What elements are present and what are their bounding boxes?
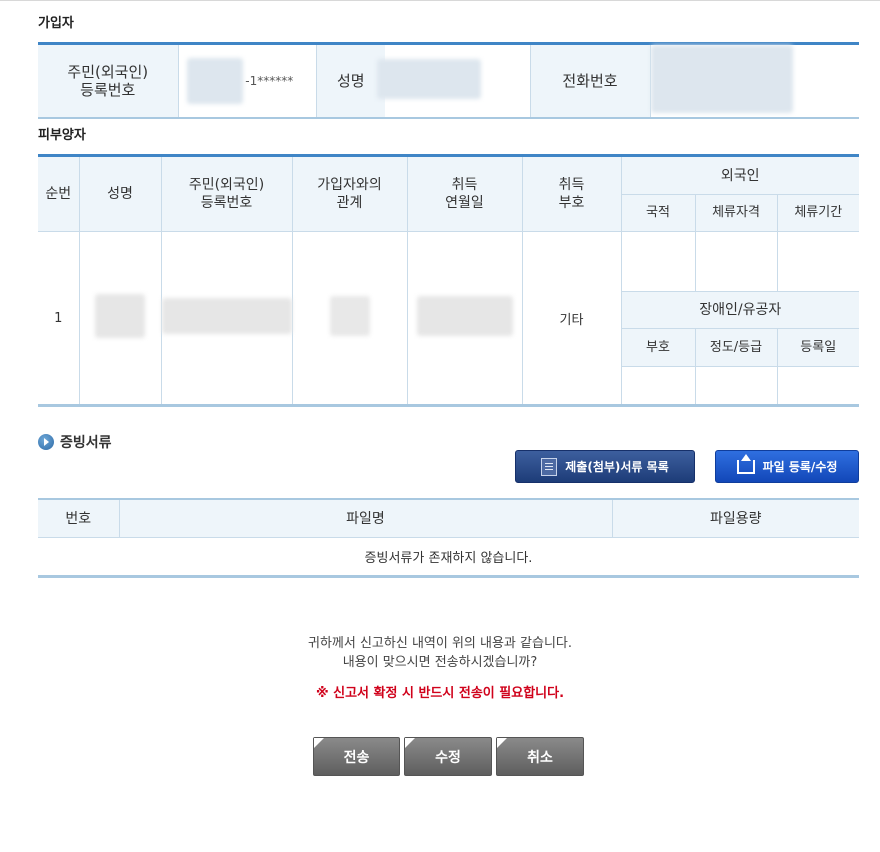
rrn-value: -1****** xyxy=(177,43,316,118)
row-relation xyxy=(291,231,408,406)
evidence-table: 번호 파일명 파일용량 증빙서류가 존재하지 않습니다. xyxy=(38,498,859,578)
masked-name xyxy=(377,59,481,99)
col-name: 성명 xyxy=(78,155,162,232)
dependents-section-title: 피부양자 xyxy=(38,128,86,143)
col-acq-code: 취득 부호 xyxy=(521,155,622,232)
warning-text: ※ 신고서 확정 시 반드시 전송이 필요합니다. xyxy=(315,686,565,701)
cell-stay-period xyxy=(776,231,859,292)
send-button[interactable]: 전송 xyxy=(313,737,400,776)
evidence-section-title: 증빙서류 xyxy=(38,432,112,452)
name-label: 성명 xyxy=(315,43,385,118)
col-disability: 장애인/유공자 xyxy=(621,291,859,329)
masked-relation xyxy=(329,296,370,336)
file-upload-button[interactable]: 파일 등록/수정 xyxy=(715,450,859,483)
empty-message: 증빙서류가 존재하지 않습니다. xyxy=(364,550,533,566)
name-value xyxy=(377,44,530,119)
subscriber-table: 주민(외국인) 등록번호 -1****** 성명 전화번호 xyxy=(38,42,859,119)
cell-stay-status xyxy=(694,231,778,292)
submitted-documents-list-button[interactable]: 제출(첨부)서류 목록 xyxy=(515,450,695,483)
col-reg-date: 등록일 xyxy=(776,328,859,367)
masked-acq-date xyxy=(416,296,513,336)
col-nationality: 국적 xyxy=(621,194,696,232)
action-buttons: 전송 수정 취소 xyxy=(313,737,584,776)
col-seq: 순번 xyxy=(38,155,80,232)
upload-icon xyxy=(736,453,755,474)
cell-reg-date xyxy=(776,366,859,406)
col-filename: 파일명 xyxy=(118,499,612,538)
masked-dependent-name xyxy=(95,294,145,338)
row-acq-code: 기타 xyxy=(521,231,622,406)
masked-rrn-prefix xyxy=(186,58,243,104)
cell-code xyxy=(621,366,696,406)
col-no: 번호 xyxy=(38,499,119,538)
cell-nationality xyxy=(620,231,696,292)
col-stay-status: 체류자격 xyxy=(694,194,778,232)
document-icon xyxy=(541,457,558,476)
row-name xyxy=(78,231,162,406)
top-divider xyxy=(0,0,880,1)
col-rrn: 주민(외국인) 등록번호 xyxy=(160,155,293,232)
rrn-label: 주민(외국인) 등록번호 xyxy=(38,43,178,118)
bullet-arrow-icon xyxy=(38,434,54,450)
dependents-table: 순번 성명 주민(외국인) 등록번호 가입자와의 관계 취득 연월일 취득 부호… xyxy=(38,154,859,407)
subscriber-section-title: 가입자 xyxy=(38,16,74,31)
cancel-button[interactable]: 취소 xyxy=(496,737,584,776)
row-rrn xyxy=(160,231,293,406)
masked-phone xyxy=(650,45,793,113)
phone-value xyxy=(649,43,859,118)
col-acq-date: 취득 연월일 xyxy=(406,155,523,232)
row-acq-date xyxy=(406,231,523,406)
edit-button[interactable]: 수정 xyxy=(404,737,492,776)
table-row: 1 기타 xyxy=(38,231,859,406)
col-code: 부호 xyxy=(621,328,696,367)
masked-dependent-rrn xyxy=(161,298,292,334)
col-foreigner: 외국인 xyxy=(620,155,859,195)
col-stay-period: 체류기간 xyxy=(776,194,859,232)
confirm-line-1: 귀하께서 신고하신 내역이 위의 내용과 같습니다. xyxy=(308,636,572,651)
col-grade: 정도/등급 xyxy=(694,328,778,367)
row-seq: 1 xyxy=(38,231,80,406)
phone-label: 전화번호 xyxy=(529,43,650,118)
cell-grade xyxy=(694,366,778,406)
confirm-line-2: 내용이 맞으시면 전송하시겠습니까? xyxy=(342,655,538,670)
col-filesize: 파일용량 xyxy=(611,499,859,538)
col-relation: 가입자와의 관계 xyxy=(291,155,408,232)
